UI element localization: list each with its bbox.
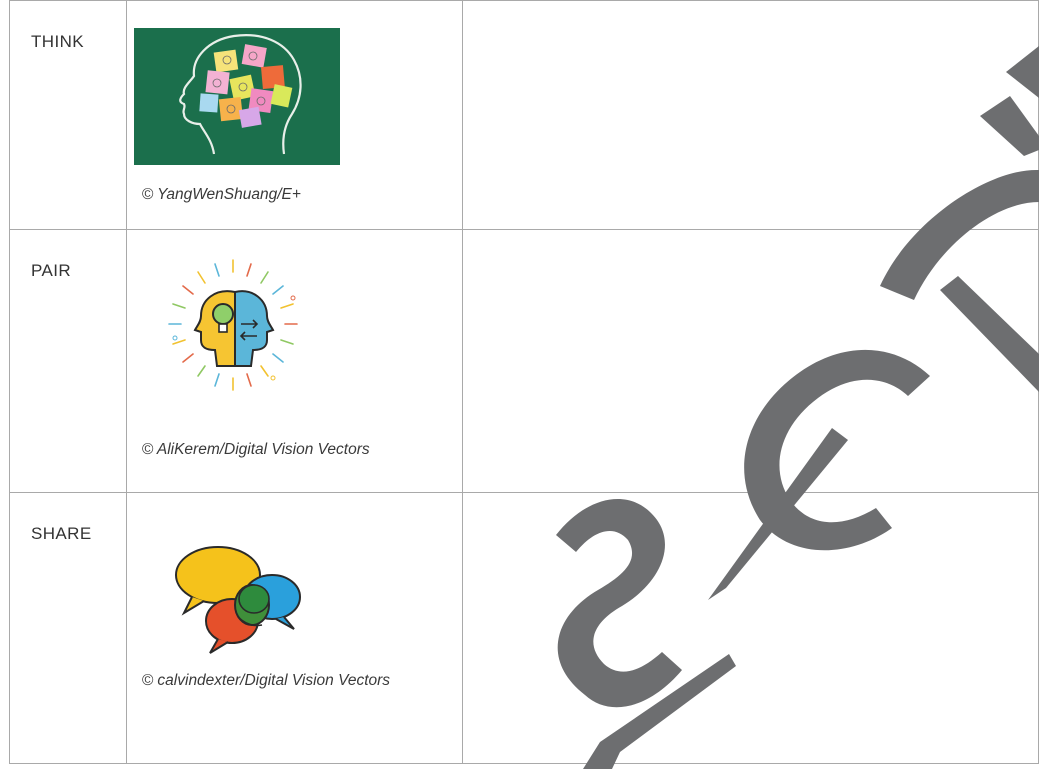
image-credit-pair: © AliKerem/Digital Vision Vectors: [141, 441, 370, 458]
image-credit-think: © YangWenShuang/E+: [141, 186, 301, 203]
table-row-pair: PAIR © AliKerem/Digital Vision Vectors: [9, 229, 1039, 493]
thinking-head-photo: [133, 28, 340, 165]
image-credit-share: © calvindexter/Digital Vision Vectors: [141, 672, 391, 689]
stage-label-pair: PAIR: [31, 261, 72, 280]
stage-label-think: THINK: [31, 32, 84, 51]
stage-label-share: SHARE: [31, 524, 92, 543]
answer-cell-think[interactable]: [461, 0, 1039, 230]
table-row-think: THINK © YangWenShuang/E+: [9, 0, 1039, 230]
worksheet-page: THINK © YangWenShuang/E+ PAIR © AliKerem…: [0, 0, 1039, 769]
pair-heads-icon: [167, 259, 298, 391]
answer-cell-pair[interactable]: [461, 229, 1039, 493]
think-pair-share-table: THINK © YangWenShuang/E+ PAIR © AliKerem…: [9, 0, 1039, 764]
answer-cell-share[interactable]: [461, 492, 1039, 764]
table-row-share: SHARE © calvindexter/Digital Vision Vect…: [9, 492, 1039, 764]
speech-bubbles-icon: [174, 546, 301, 654]
